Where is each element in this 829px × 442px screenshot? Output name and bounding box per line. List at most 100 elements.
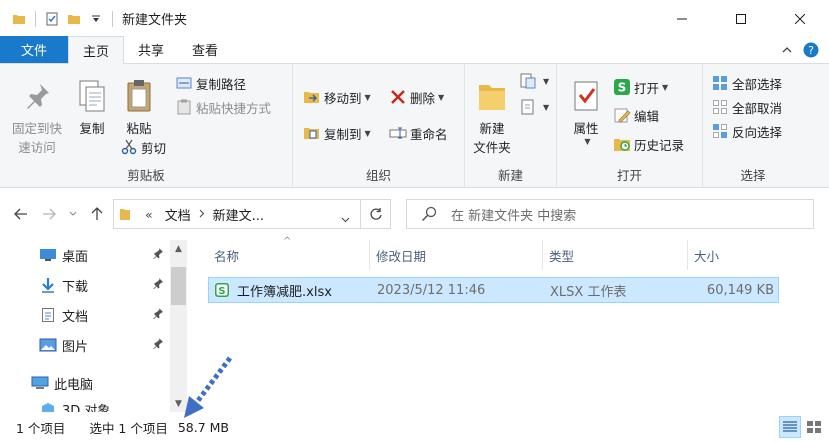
close-button[interactable]	[770, 0, 829, 37]
pin-icon	[152, 277, 164, 293]
column-header-size[interactable]: 大小	[688, 240, 779, 270]
copy-path-icon	[175, 74, 193, 92]
address-dropdown-chevron-icon[interactable]	[341, 211, 350, 226]
status-bar: 1 个项目 选中 1 个项目 58.7 MB	[0, 412, 829, 442]
organize-group-label: 组织	[365, 168, 391, 183]
rename-button[interactable]: 重命名	[389, 122, 448, 144]
details-view-button[interactable]	[779, 416, 801, 438]
tab-home[interactable]: 主页	[68, 36, 125, 64]
3d-objects-icon	[38, 400, 58, 412]
paste-button[interactable]: 粘贴	[118, 76, 160, 137]
column-header-type[interactable]: 类型	[543, 240, 688, 270]
invert-selection-icon	[711, 122, 729, 140]
desktop-icon	[38, 245, 58, 265]
address-row: « 文档 新建文... 在 新建文件夹 中搜索	[0, 188, 829, 240]
copy-path-button[interactable]: 复制路径	[175, 72, 246, 94]
new-folder-icon	[475, 76, 509, 116]
clipboard-group: 固定到快 速访问 复制 粘贴 复制路径 粘贴快捷方式 剪切 剪贴板	[0, 64, 293, 188]
large-icons-view-icon	[807, 421, 821, 433]
pin-label-2: 速访问	[18, 140, 56, 155]
search-icon	[421, 206, 437, 222]
up-arrow-icon[interactable]	[88, 205, 106, 223]
breadcrumb-overflow[interactable]: «	[145, 207, 153, 222]
pin-icon	[152, 247, 164, 263]
history-button[interactable]: 历史记录	[613, 133, 684, 155]
invert-selection-button[interactable]: 反向选择	[711, 120, 782, 142]
copy-to-button[interactable]: 复制到 ▼	[303, 122, 371, 144]
pin-quick-access-button[interactable]: 固定到快 速访问	[6, 76, 68, 156]
pin-label-1: 固定到快	[11, 121, 62, 136]
breadcrumb-current-folder[interactable]: 新建文...	[213, 205, 264, 224]
open-button[interactable]: S 打开 ▼	[613, 76, 668, 98]
table-row[interactable]: S 工作簿减肥.xlsx 2023/5/12 11:46 XLSX 工作表 60…	[208, 277, 779, 303]
select-all-button[interactable]: 全部选择	[711, 72, 782, 94]
nav-item-documents[interactable]: 文档	[38, 300, 170, 330]
maximize-button[interactable]	[711, 0, 770, 37]
copy-icon	[75, 76, 109, 116]
refresh-icon	[370, 208, 382, 220]
window-title: 新建文件夹	[122, 13, 188, 28]
new-group: 新建 文件夹 ▼ ▼ 新建	[465, 64, 557, 188]
new-folder-qat-button[interactable]	[63, 8, 85, 30]
refresh-button[interactable]	[360, 199, 391, 229]
annotation-arrow-icon	[184, 356, 232, 418]
pin-icon	[20, 76, 54, 116]
nav-item-3d-objects[interactable]: 3D 对象	[38, 400, 170, 412]
nav-item-pictures[interactable]: 图片	[38, 330, 170, 360]
breadcrumb-documents[interactable]: 文档	[165, 205, 191, 224]
history-icon	[613, 135, 631, 153]
qat-customize-dropdown-icon[interactable]	[85, 8, 107, 30]
copy-button[interactable]: 复制	[72, 76, 112, 137]
large-icons-view-button[interactable]	[803, 416, 825, 438]
delete-x-icon	[389, 88, 407, 106]
folder-icon	[119, 207, 131, 221]
new-item-button[interactable]: ▼	[519, 70, 549, 92]
forward-arrow-icon[interactable]	[40, 205, 58, 223]
edit-button[interactable]: 编辑	[613, 104, 659, 126]
paste-shortcut-button[interactable]: 粘贴快捷方式	[175, 96, 271, 118]
column-header-modified[interactable]: 修改日期	[370, 240, 543, 270]
nav-item-desktop[interactable]: 桌面	[38, 240, 170, 270]
easy-access-button[interactable]: ▼	[519, 96, 549, 118]
nav-item-downloads[interactable]: 下载	[38, 270, 170, 300]
properties-icon	[569, 76, 603, 116]
wps-spreadsheet-icon: S	[215, 283, 229, 297]
nav-item-this-pc[interactable]: 此电脑	[30, 368, 170, 398]
open-group-label: 打开	[616, 168, 642, 183]
minimize-button[interactable]	[652, 0, 711, 37]
move-to-button[interactable]: 移动到 ▼	[303, 86, 371, 108]
properties-qat-button[interactable]	[41, 8, 63, 30]
back-arrow-icon[interactable]	[12, 205, 30, 223]
svg-text:S: S	[218, 286, 225, 297]
tab-share[interactable]: 共享	[124, 36, 178, 63]
ribbon: 固定到快 速访问 复制 粘贴 复制路径 粘贴快捷方式 剪切 剪贴板 移动到 ▼ …	[0, 64, 829, 188]
navigation-pane: 桌面 下载 文档 图片 此电脑 3D 对象 ▲ ▼	[0, 240, 188, 412]
paste-shortcut-icon	[175, 98, 193, 116]
column-header-name[interactable]: 名称	[208, 240, 370, 270]
delete-button[interactable]: 删除 ▼	[389, 86, 444, 108]
select-none-button[interactable]: 全部取消	[711, 96, 782, 118]
pin-icon	[152, 337, 164, 353]
tab-file[interactable]: 文件	[0, 36, 68, 63]
pictures-icon	[38, 335, 58, 355]
file-type-icon: S	[214, 278, 230, 302]
properties-button[interactable]: 属性 ▼	[565, 76, 607, 146]
new-folder-button[interactable]: 新建 文件夹	[469, 76, 515, 156]
recent-locations-chevron-icon[interactable]	[64, 205, 82, 223]
search-box[interactable]: 在 新建文件夹 中搜索	[406, 199, 814, 229]
file-list: ^ 名称 修改日期 类型 大小 S 工作簿减肥.xlsx 2023/5/12 1…	[188, 236, 829, 412]
clipboard-group-label: 剪贴板	[127, 168, 165, 183]
select-group: 全部选择 全部取消 反向选择 选择	[703, 64, 803, 188]
scrollbar-thumb[interactable]	[171, 267, 186, 305]
cut-button[interactable]: 剪切	[120, 136, 166, 158]
scroll-up-arrow-icon[interactable]: ▲	[170, 240, 187, 257]
select-group-label: 选择	[740, 168, 766, 183]
documents-icon	[38, 305, 58, 325]
tab-view[interactable]: 查看	[178, 36, 232, 63]
file-type: XLSX 工作表	[550, 284, 627, 300]
help-icon[interactable]: ?	[803, 42, 819, 61]
status-selected-count: 选中 1 个项目	[89, 420, 168, 436]
collapse-ribbon-icon[interactable]	[781, 44, 793, 59]
organize-group: 移动到 ▼ 复制到 ▼ 删除 ▼ 重命名 组织	[293, 64, 465, 188]
address-bar[interactable]: « 文档 新建文...	[113, 199, 391, 229]
